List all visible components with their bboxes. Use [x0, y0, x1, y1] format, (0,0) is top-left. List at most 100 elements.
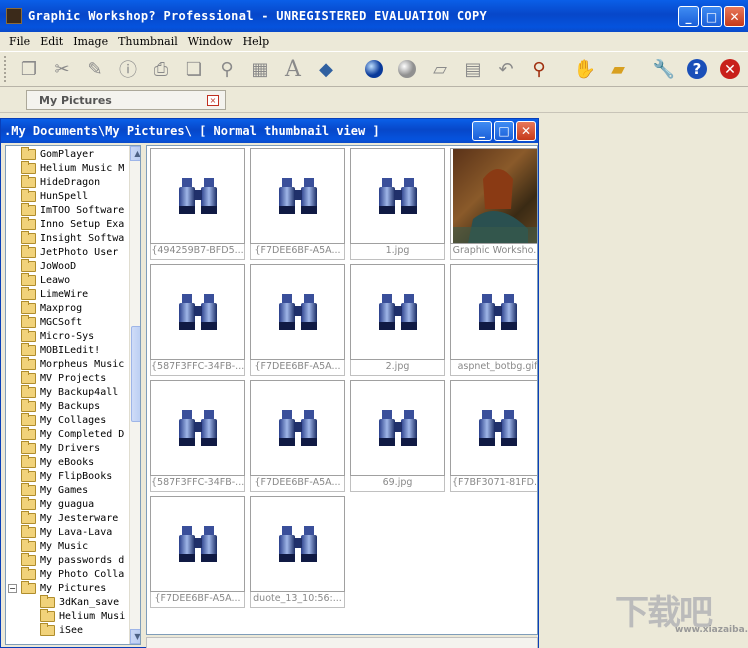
collapse-icon[interactable]: −	[8, 583, 17, 593]
close-button[interactable]: ✕	[724, 6, 745, 27]
tree-scrollbar[interactable]: ▲ ▼	[129, 146, 140, 644]
thumbnail-item[interactable]: Graphic Worksho...	[447, 146, 537, 262]
thumbnail-item[interactable]: {494259B7-BFD5...	[147, 146, 245, 262]
child-title-bar[interactable]: .My Documents\My Pictures\ [ Normal thum…	[1, 119, 538, 143]
tab-my-pictures[interactable]: My Pictures ×	[26, 90, 226, 110]
thumbnail-item[interactable]: 2.jpg	[347, 262, 445, 378]
info-icon[interactable]: ⓘ	[116, 57, 140, 81]
tree-item[interactable]: Leawo	[21, 272, 70, 287]
thumbnail-item[interactable]: {F7DEE6BF-A5A...	[247, 378, 345, 494]
tree-item[interactable]: My Games	[21, 482, 88, 497]
folder-icon	[21, 482, 36, 496]
undo-icon[interactable]: ↶	[494, 57, 518, 81]
cut-icon[interactable]: ✂	[50, 57, 74, 81]
tree-item-label: MV Projects	[40, 372, 107, 384]
tree-item[interactable]: Micro-Sys	[21, 328, 94, 343]
folder-tree[interactable]: ▲ ▼ GomPlayer Helium Music M HideDragon Hun…	[5, 145, 141, 645]
thumbnail-caption: {F7DEE6BF-A5A...	[250, 360, 345, 376]
thumbnail-item[interactable]: 1.jpg	[347, 146, 445, 262]
thumbnail-item[interactable]: {587F3FFC-34FB-...	[147, 262, 245, 378]
tree-item[interactable]: Helium Musi	[40, 608, 125, 623]
minimize-button[interactable]: _	[678, 6, 699, 27]
tree-item[interactable]: My FlipBooks	[21, 468, 112, 483]
tree-item[interactable]: LimeWire	[21, 286, 88, 301]
circle-icon[interactable]	[395, 57, 419, 81]
sphere-icon[interactable]	[362, 57, 386, 81]
tree-item[interactable]: HunSpell	[21, 188, 88, 203]
select-grid-icon[interactable]: ▦	[248, 57, 272, 81]
tree-item[interactable]: Inno Setup Exa	[21, 216, 124, 231]
tree-item[interactable]: My Music	[21, 538, 88, 553]
tree-item[interactable]: MV Projects	[21, 370, 107, 385]
tree-item[interactable]: My Jesterware	[21, 510, 118, 525]
print-icon[interactable]: ⎙	[149, 57, 173, 81]
menu-file[interactable]: File	[9, 35, 30, 48]
brush-icon[interactable]: ✎	[83, 57, 107, 81]
tree-item[interactable]: Maxprog	[21, 300, 82, 315]
close-icon[interactable]: ✕	[718, 57, 742, 81]
scroll-down-button[interactable]: ▼	[130, 629, 140, 644]
tree-item[interactable]: My eBooks	[21, 454, 94, 469]
tree-item[interactable]: Morpheus Music	[21, 356, 124, 371]
tree-item[interactable]: My Photo Colla	[21, 566, 124, 581]
stamp-icon[interactable]: ◆	[314, 57, 338, 81]
toolbar-grip[interactable]	[4, 56, 8, 82]
binoculars-icon[interactable]: ⚲	[215, 57, 239, 81]
menu-edit[interactable]: Edit	[40, 35, 63, 48]
thumbnail-item[interactable]: {F7DEE6BF-A5A...	[147, 494, 245, 610]
thumbnail-item[interactable]: {F7DEE6BF-A5A...	[247, 262, 345, 378]
scroll-up-button[interactable]: ▲	[130, 146, 140, 161]
watermark: 下载吧www.xiazaiba.com	[615, 585, 748, 643]
copy-icon[interactable]: ❐	[17, 57, 41, 81]
tree-item[interactable]: MOBILedit!	[21, 342, 100, 357]
tree-item[interactable]: My Backup4all	[21, 384, 118, 399]
child-minimize-button[interactable]: _	[472, 121, 492, 141]
hand-icon[interactable]: ✋	[573, 57, 597, 81]
thumbnail-grid[interactable]: {494259B7-BFD5... {F7DEE6BF-A5A... 1.jpg Gr…	[146, 145, 538, 635]
tree-item[interactable]: My Collages	[21, 412, 106, 427]
tree-item[interactable]: My passwords d	[21, 552, 124, 567]
tree-item[interactable]: Helium Music M	[21, 160, 124, 175]
menu-image[interactable]: Image	[73, 35, 108, 48]
thumbnail-item[interactable]: {587F3FFC-34FB-...	[147, 378, 245, 494]
page-icon[interactable]: ▤	[461, 57, 485, 81]
tree-item[interactable]: My Backups	[21, 398, 100, 413]
thumbnail-item[interactable]: {F7BF3071-81FD...	[447, 378, 537, 494]
duplicate-icon[interactable]: ❏	[182, 57, 206, 81]
thumbnail-item[interactable]: {F7DEE6BF-A5A...	[247, 146, 345, 262]
thumbnail-item[interactable]: duote_13_10:56:...	[247, 494, 345, 610]
help-icon[interactable]: ?	[685, 57, 709, 81]
tree-item[interactable]: GomPlayer	[21, 146, 94, 161]
tree-item[interactable]: MGCSoft	[21, 314, 82, 329]
tab-close-icon[interactable]: ×	[207, 95, 219, 106]
menu-window[interactable]: Window	[188, 35, 233, 48]
child-maximize-button[interactable]: □	[494, 121, 514, 141]
folder-open-icon[interactable]: ▰	[606, 57, 630, 81]
child-close-button[interactable]: ✕	[516, 121, 536, 141]
tree-item[interactable]: − My Pictures	[8, 580, 106, 595]
tree-item[interactable]: JetPhoto User	[21, 244, 118, 259]
tree-item[interactable]: ImTOO Software	[21, 202, 124, 217]
text-icon[interactable]: A	[281, 57, 305, 82]
menu-thumbnail[interactable]: Thumbnail	[118, 35, 178, 48]
tree-item[interactable]: My Completed D	[21, 426, 124, 441]
tree-item[interactable]: Insight Softwa	[21, 230, 124, 245]
tree-item[interactable]: iSee	[40, 622, 83, 637]
tree-item[interactable]: 3dKan_save	[40, 594, 119, 609]
menu-help[interactable]: Help	[243, 35, 270, 48]
wrench-icon[interactable]: 🔧	[652, 57, 676, 81]
zoom-icon[interactable]: ⚲	[527, 57, 551, 81]
tree-item[interactable]: JoWooD	[21, 258, 76, 273]
thumbnail-item[interactable]: aspnet_botbg.gif	[447, 262, 537, 378]
thumbnail-item[interactable]: 69.jpg	[347, 378, 445, 494]
eraser-icon[interactable]: ▱	[428, 57, 452, 81]
title-bar[interactable]: Graphic Workshop? Professional - UNREGIS…	[0, 0, 748, 32]
tree-item[interactable]: My guagua	[21, 496, 94, 511]
tree-item[interactable]: My Drivers	[21, 440, 100, 455]
binoculars-icon	[278, 526, 317, 562]
grid-horizontal-scrollbar[interactable]	[146, 637, 538, 648]
maximize-button[interactable]: □	[701, 6, 722, 27]
tree-item[interactable]: My Lava-Lava	[21, 524, 112, 539]
tree-item[interactable]: HideDragon	[21, 174, 100, 189]
scroll-thumb[interactable]	[131, 326, 140, 422]
